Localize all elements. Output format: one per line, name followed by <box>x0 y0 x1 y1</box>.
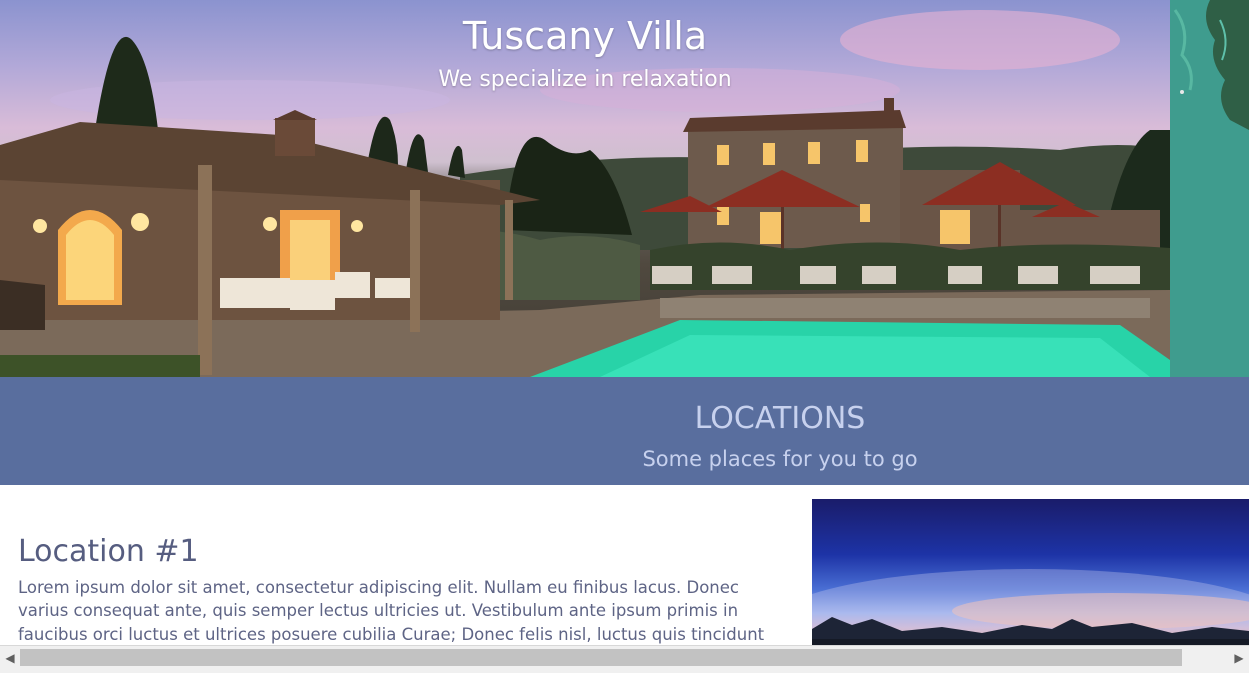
locations-subheading: Some places for you to go <box>642 447 918 471</box>
location-title: Location #1 <box>18 533 199 569</box>
location-image <box>812 499 1249 645</box>
location-description: Lorem ipsum dolor sit amet, consectetur … <box>18 577 765 644</box>
scroll-right-icon[interactable]: ▶ <box>1230 649 1248 667</box>
hero-subtitle: We specialize in relaxation <box>438 67 732 92</box>
hero-image: Tuscany Villa We specialize in relaxatio… <box>0 0 1170 377</box>
horizontal-scrollbar[interactable]: ◀ ▶ <box>0 645 1249 673</box>
locations-heading: LOCATIONS <box>694 401 866 436</box>
locations-banner: LOCATIONS Some places for you to go <box>0 377 1249 485</box>
scroll-left-icon[interactable]: ◀ <box>1 649 19 667</box>
scroll-thumb[interactable] <box>20 649 1182 666</box>
mountain-sky-photo <box>812 569 1249 645</box>
location-section: Location #1 Lorem ipsum dolor sit amet, … <box>0 485 1249 645</box>
map-thumbnail[interactable] <box>1170 0 1249 377</box>
map-graphic <box>1170 0 1249 377</box>
hero-title: Tuscany Villa <box>462 14 708 58</box>
